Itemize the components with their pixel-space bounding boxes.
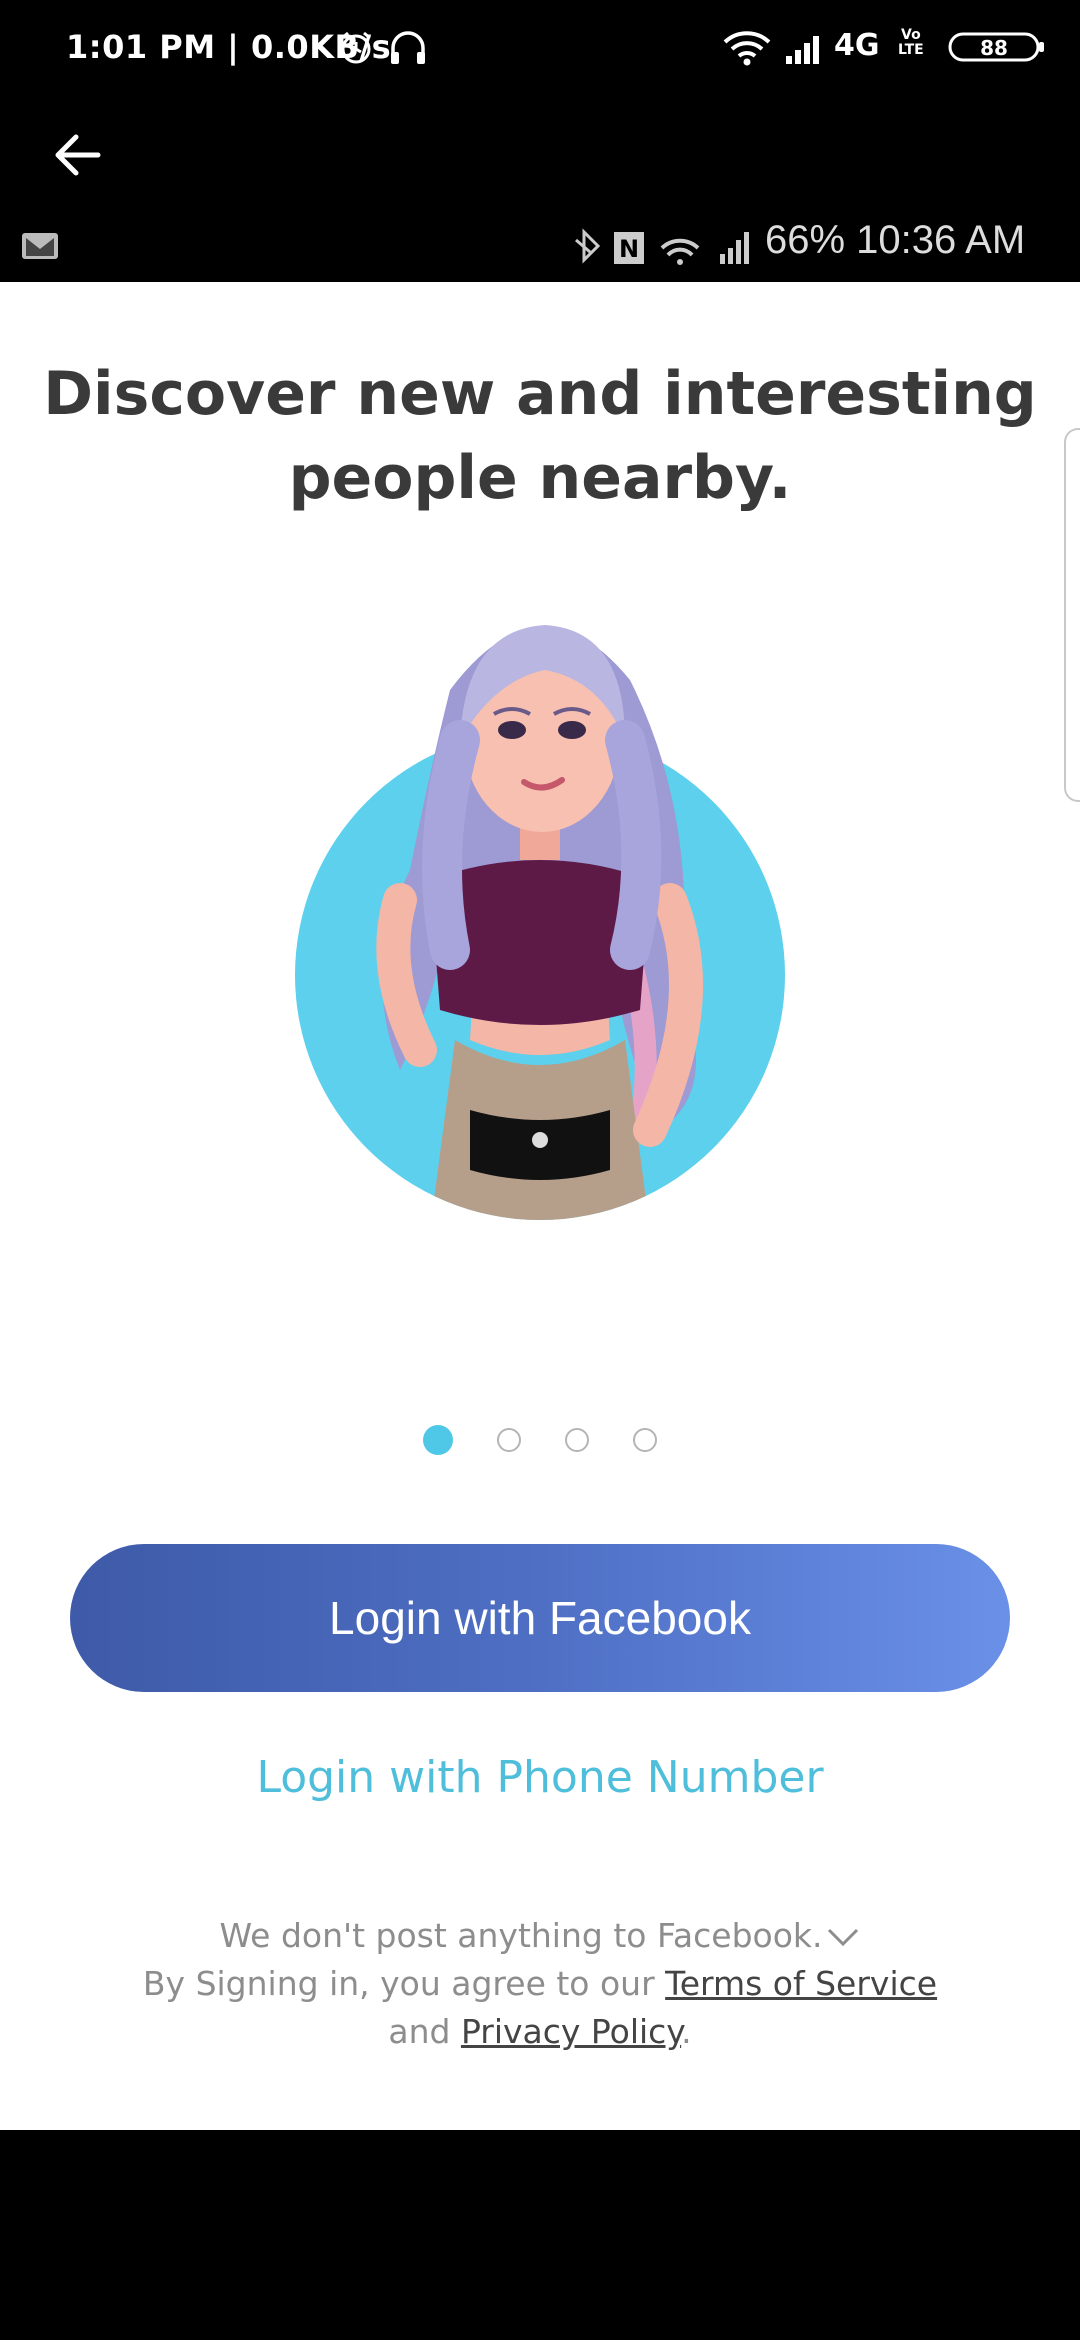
page-dot-4[interactable]	[633, 1428, 657, 1452]
onboarding-headline: Discover new and interesting people near…	[43, 359, 1037, 513]
pagination-dots	[0, 1425, 1080, 1455]
wifi-icon	[723, 31, 771, 66]
page-dot-2[interactable]	[497, 1428, 521, 1452]
top-app-bar	[0, 100, 1080, 212]
privacy-policy-link[interactable]: Privacy Policy	[461, 2012, 681, 2051]
page-dot-3[interactable]	[565, 1428, 589, 1452]
alarm-icon	[341, 31, 371, 64]
side-handle[interactable]	[1064, 428, 1080, 802]
terms-of-service-link[interactable]: Terms of Service	[665, 1964, 937, 2003]
facebook-disclaimer[interactable]: We don't post anything to Facebook.	[60, 1912, 1020, 1960]
battery-icon: 88	[948, 32, 1048, 62]
volte-indicator: Vo LTE	[898, 27, 924, 58]
login-phone-link[interactable]: Login with Phone Number	[0, 1752, 1080, 1803]
network-type: 4G	[834, 28, 880, 63]
legal-disclaimer: We don't post anything to Facebook. By S…	[60, 1912, 1020, 2056]
headset-icon	[391, 31, 425, 64]
page-dot-1[interactable]	[423, 1425, 453, 1455]
svg-text:N: N	[619, 235, 639, 263]
signal-icon	[786, 36, 819, 64]
chevron-down-icon[interactable]	[825, 1924, 861, 1952]
inner-status-text: 66% 10:36 AM	[765, 218, 1026, 262]
avatar-illustration	[295, 625, 785, 1220]
navigation-area	[0, 2130, 1080, 2340]
login-facebook-button[interactable]: Login with Facebook	[70, 1544, 1010, 1692]
mail-icon	[22, 233, 58, 259]
inner-system-icons: N	[575, 228, 749, 265]
battery-level: 88	[980, 36, 1008, 60]
back-arrow-icon[interactable]	[50, 127, 106, 183]
